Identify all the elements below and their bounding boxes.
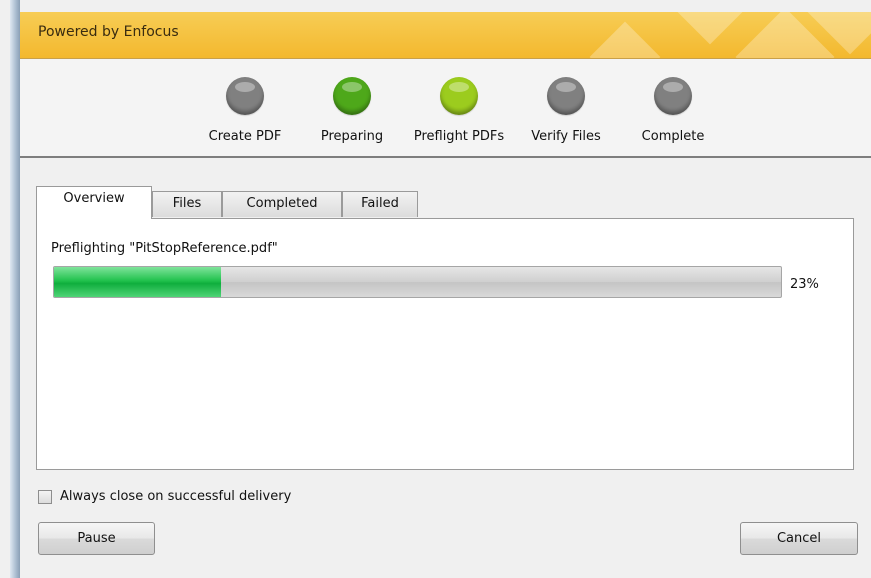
- progress-bar: [53, 266, 782, 298]
- banner-decoration: [589, 21, 661, 58]
- step-status-icon: [333, 77, 371, 115]
- tab-files[interactable]: Files: [152, 191, 222, 217]
- step-label: Create PDF: [208, 129, 282, 144]
- banner: Powered by Enfocus: [20, 12, 871, 59]
- tab-failed[interactable]: Failed: [342, 191, 418, 217]
- step-label: Preflight PDFs: [413, 129, 505, 144]
- overview-panel: Preflighting "PitStopReference.pdf" 23%: [36, 218, 854, 470]
- cancel-button[interactable]: Cancel: [740, 522, 858, 555]
- step-label: Preparing: [320, 129, 384, 144]
- window-frame-edge: [10, 0, 20, 578]
- always-close-label[interactable]: Always close on successful delivery: [60, 489, 291, 504]
- step-label: Verify Files: [531, 129, 601, 144]
- step-status-icon: [440, 77, 478, 115]
- progress-percent: 23%: [790, 277, 819, 292]
- dialog-content: Overview Files Completed Failed Prefligh…: [20, 158, 871, 578]
- step-status-icon: [547, 77, 585, 115]
- progress-dialog: Powered by Enfocus Create PDF Preparing …: [0, 0, 871, 578]
- always-close-checkbox[interactable]: [38, 490, 52, 504]
- banner-title: Powered by Enfocus: [38, 24, 179, 40]
- step-label: Complete: [641, 129, 705, 144]
- progress-bar-fill: [54, 267, 222, 297]
- step-status-icon: [226, 77, 264, 115]
- tab-completed[interactable]: Completed: [222, 191, 342, 217]
- step-status-icon: [654, 77, 692, 115]
- pause-button[interactable]: Pause: [38, 522, 155, 555]
- tab-overview[interactable]: Overview: [36, 186, 152, 219]
- banner-decoration: [667, 12, 753, 45]
- status-text: Preflighting "PitStopReference.pdf": [51, 241, 278, 256]
- workflow-steps: Create PDF Preparing Preflight PDFs Veri…: [20, 59, 871, 158]
